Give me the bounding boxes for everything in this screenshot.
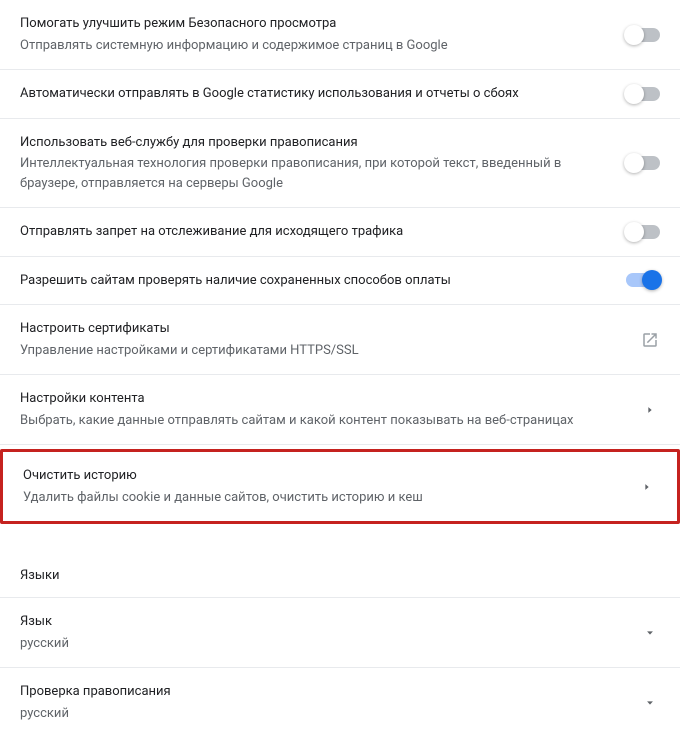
toggle-payment-methods-check[interactable] (626, 273, 660, 287)
row-payment-methods-check: Разрешить сайтам проверять наличие сохра… (0, 257, 680, 306)
toggle-do-not-track[interactable] (626, 225, 660, 239)
row-title: Помогать улучшить режим Безопасного прос… (20, 14, 606, 34)
row-text: Отправлять запрет на отслеживание для ис… (20, 222, 626, 242)
row-description: Интеллектуальная технология проверки пра… (20, 154, 606, 193)
row-description: Выбрать, какие данные отправлять сайтам … (20, 411, 620, 431)
row-text: Разрешить сайтам проверять наличие сохра… (20, 271, 626, 291)
row-spellcheck-service: Использовать веб-службу для проверки пра… (0, 119, 680, 209)
row-title: Настройки контента (20, 389, 620, 409)
row-title: Автоматически отправлять в Google статис… (20, 84, 606, 104)
section-gap (0, 528, 680, 558)
row-text: Проверка правописания русский (20, 682, 171, 723)
toggle-usage-stats[interactable] (626, 87, 660, 101)
row-text: Настроить сертификаты Управление настрой… (20, 319, 640, 360)
row-text: Язык русский (20, 612, 69, 653)
row-do-not-track: Отправлять запрет на отслеживание для ис… (0, 208, 680, 257)
row-title: Использовать веб-службу для проверки пра… (20, 133, 606, 153)
chevron-right-icon (640, 400, 660, 420)
toggle-spellcheck-service[interactable] (626, 156, 660, 170)
chevron-right-icon (637, 477, 657, 497)
row-content-settings[interactable]: Настройки контента Выбрать, какие данные… (0, 375, 680, 445)
languages-header: Языки (0, 558, 680, 597)
row-title: Очистить историю (23, 466, 617, 486)
highlight-box: Очистить историю Удалить файлы cookie и … (0, 449, 680, 524)
row-title: Проверка правописания (20, 682, 171, 702)
chevron-down-icon (640, 693, 660, 713)
row-title: Настроить сертификаты (20, 319, 620, 339)
row-value: русский (20, 634, 69, 654)
row-text: Автоматически отправлять в Google статис… (20, 84, 626, 104)
external-link-icon (640, 330, 660, 350)
row-language[interactable]: Язык русский (0, 597, 680, 667)
row-safe-browsing-improve: Помогать улучшить режим Безопасного прос… (0, 0, 680, 70)
languages-section: Языки Язык русский Проверка правописания… (0, 558, 680, 737)
toggle-safe-browsing-improve[interactable] (626, 28, 660, 42)
row-description: Управление настройками и сертификатами H… (20, 341, 620, 361)
row-description: Удалить файлы cookie и данные сайтов, оч… (23, 488, 617, 508)
row-description: Отправлять системную информацию и содерж… (20, 36, 606, 56)
row-usage-stats: Автоматически отправлять в Google статис… (0, 70, 680, 119)
row-title: Язык (20, 612, 69, 632)
row-text: Помогать улучшить режим Безопасного прос… (20, 14, 626, 55)
row-spellcheck-language[interactable]: Проверка правописания русский (0, 667, 680, 737)
row-title: Разрешить сайтам проверять наличие сохра… (20, 271, 606, 291)
row-text: Использовать веб-службу для проверки пра… (20, 133, 626, 194)
privacy-settings-list: Помогать улучшить режим Безопасного прос… (0, 0, 680, 524)
row-value: русский (20, 704, 171, 724)
chevron-down-icon (640, 623, 660, 643)
row-title: Отправлять запрет на отслеживание для ис… (20, 222, 606, 242)
row-text: Настройки контента Выбрать, какие данные… (20, 389, 640, 430)
row-manage-certificates[interactable]: Настроить сертификаты Управление настрой… (0, 305, 680, 375)
row-clear-browsing-data[interactable]: Очистить историю Удалить файлы cookie и … (3, 452, 677, 521)
row-text: Очистить историю Удалить файлы cookie и … (23, 466, 637, 507)
